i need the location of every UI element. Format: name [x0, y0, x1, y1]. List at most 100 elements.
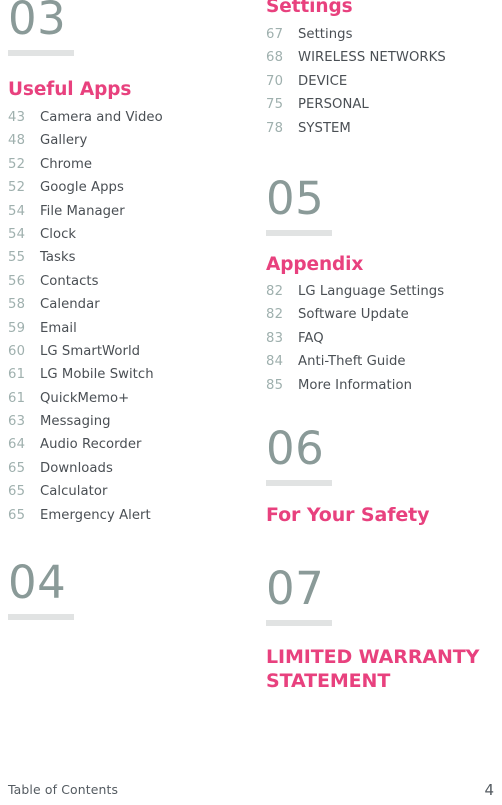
page-footer: Table of Contents 4 — [0, 770, 502, 805]
toc-page-number: 65 — [8, 484, 26, 500]
toc-entry-label: Chrome — [40, 156, 93, 172]
toc-entry[interactable]: 84 Anti-Theft Guide — [266, 354, 444, 377]
toc-page-number: 82 — [266, 307, 284, 323]
toc-page-number: 54 — [8, 203, 26, 219]
toc-list-useful-apps: 43 Camera and Video 48 Gallery 52 Chrome… — [8, 110, 163, 531]
toc-entry[interactable]: 54 Clock — [8, 227, 163, 250]
chapter-04-rule — [8, 614, 74, 620]
toc-page: 03 Useful Apps 43 Camera and Video 48 Ga… — [0, 0, 502, 805]
toc-entry[interactable]: 65 Calculator — [8, 484, 163, 507]
toc-page-number: 65 — [8, 460, 26, 476]
toc-entry-label: SYSTEM — [298, 120, 351, 136]
section-title-useful-apps: Useful Apps — [8, 79, 132, 100]
toc-entry-label: Downloads — [40, 460, 113, 476]
chapter-06-rule — [266, 480, 332, 486]
toc-page-number: 52 — [8, 180, 26, 196]
toc-page-number: 83 — [266, 330, 284, 346]
toc-page-number: 65 — [8, 507, 26, 523]
chapter-06-number: 06 — [266, 422, 325, 475]
chapter-06-number-block: 06 — [266, 426, 332, 486]
toc-entry-label: Calculator — [40, 484, 108, 500]
toc-page-number: 70 — [266, 73, 284, 89]
toc-entry[interactable]: 78 SYSTEM — [266, 121, 446, 144]
toc-entry-label: Calendar — [40, 297, 100, 313]
chapter-04-number: 04 — [8, 556, 67, 609]
limited-warranty-line-2: STATEMENT — [266, 670, 391, 692]
toc-entry[interactable]: 82 Software Update — [266, 307, 444, 330]
toc-entry-label: Email — [40, 320, 77, 336]
toc-page-number: 61 — [8, 390, 26, 406]
toc-page-number: 48 — [8, 133, 26, 149]
chapter-03-number: 03 — [8, 0, 67, 45]
toc-entry[interactable]: 43 Camera and Video — [8, 110, 163, 133]
chapter-07-number: 07 — [266, 562, 325, 615]
chapter-05-number: 05 — [266, 172, 325, 225]
toc-entry-label: Clock — [40, 226, 77, 242]
toc-entry-label: Gallery — [40, 133, 88, 149]
toc-page-number: 52 — [8, 156, 26, 172]
toc-entry-label: File Manager — [40, 203, 125, 219]
toc-entry[interactable]: 75 PERSONAL — [266, 97, 446, 120]
toc-entry[interactable]: 52 Chrome — [8, 157, 163, 180]
toc-page-number: 59 — [8, 320, 26, 336]
toc-entry-label: QuickMemo+ — [40, 390, 130, 406]
toc-entry-label: LG Mobile Switch — [40, 367, 154, 383]
chapter-03-number-block: 03 — [8, 0, 74, 56]
toc-entry[interactable]: 55 Tasks — [8, 250, 163, 273]
toc-entry[interactable]: 65 Emergency Alert — [8, 508, 163, 531]
chapter-05-rule — [266, 230, 332, 236]
toc-page-number: 61 — [8, 367, 26, 383]
section-title-limited-warranty-statement: LIMITED WARRANTY STATEMENT — [266, 645, 479, 693]
toc-entry[interactable]: 48 Gallery — [8, 133, 163, 156]
toc-entry-label: Software Update — [298, 307, 409, 323]
toc-entry[interactable]: 65 Downloads — [8, 461, 163, 484]
section-title-for-your-safety: For Your Safety — [266, 504, 430, 526]
toc-entry[interactable]: 52 Google Apps — [8, 180, 163, 203]
toc-page-number: 64 — [8, 437, 26, 453]
toc-entry[interactable]: 67 Settings — [266, 27, 446, 50]
toc-entry-label: DEVICE — [298, 73, 348, 89]
footer-page-number: 4 — [484, 781, 494, 799]
toc-entry-label: FAQ — [298, 330, 324, 346]
toc-entry-label: Settings — [298, 27, 353, 42]
toc-page-number: 82 — [266, 284, 284, 299]
toc-entry-label: Contacts — [40, 273, 99, 289]
chapter-03-rule — [8, 50, 74, 56]
toc-entry-label: Emergency Alert — [40, 507, 151, 523]
toc-entry[interactable]: 85 More Information — [266, 378, 444, 401]
toc-entry-label: Anti-Theft Guide — [298, 354, 406, 370]
toc-entry[interactable]: 59 Email — [8, 321, 163, 344]
toc-entry-label: WIRELESS NETWORKS — [298, 50, 446, 66]
toc-entry[interactable]: 60 LG SmartWorld — [8, 344, 163, 367]
toc-entry[interactable]: 61 LG Mobile Switch — [8, 367, 163, 390]
left-column: 03 Useful Apps 43 Camera and Video 48 Ga… — [0, 0, 255, 770]
toc-entry-label: Messaging — [40, 414, 111, 430]
toc-entry[interactable]: 70 DEVICE — [266, 74, 446, 97]
toc-columns: 03 Useful Apps 43 Camera and Video 48 Ga… — [0, 0, 502, 770]
toc-page-number: 63 — [8, 414, 26, 430]
toc-page-number: 55 — [8, 250, 26, 266]
chapter-07-number-block: 07 — [266, 566, 332, 626]
chapter-04-number-block: 04 — [8, 560, 74, 620]
toc-entry[interactable]: 58 Calendar — [8, 297, 163, 320]
toc-entry-label: LG Language Settings — [298, 284, 445, 299]
toc-entry[interactable]: 83 FAQ — [266, 331, 444, 354]
toc-entry-label: More Information — [298, 377, 413, 393]
toc-list-appendix: 82 LG Language Settings 82 Software Upda… — [266, 284, 444, 401]
toc-page-number: 56 — [8, 273, 26, 289]
toc-entry[interactable]: 82 LG Language Settings — [266, 284, 444, 307]
toc-entry[interactable]: 64 Audio Recorder — [8, 437, 163, 460]
right-column: Settings 67 Settings 68 WIRELESS NETWORK… — [255, 0, 502, 770]
toc-entry[interactable]: 63 Messaging — [8, 414, 163, 437]
toc-entry-label: Audio Recorder — [40, 437, 142, 453]
toc-entry[interactable]: 54 File Manager — [8, 204, 163, 227]
toc-entry[interactable]: 68 WIRELESS NETWORKS — [266, 50, 446, 73]
toc-entry[interactable]: 61 QuickMemo+ — [8, 391, 163, 414]
toc-page-number: 85 — [266, 377, 284, 393]
toc-page-number: 67 — [266, 27, 284, 42]
toc-entry[interactable]: 56 Contacts — [8, 274, 163, 297]
toc-entry-label: PERSONAL — [298, 97, 369, 113]
toc-page-number: 84 — [266, 354, 284, 370]
toc-page-number: 60 — [8, 343, 26, 359]
limited-warranty-line-1: LIMITED WARRANTY — [266, 646, 480, 668]
